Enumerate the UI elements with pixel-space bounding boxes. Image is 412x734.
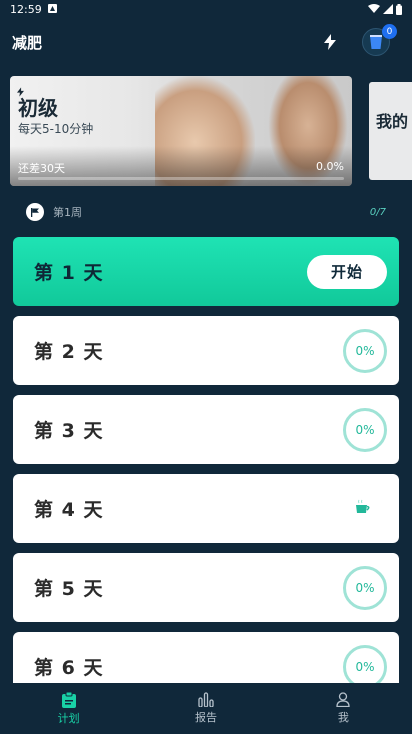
notification-icon <box>47 3 57 16</box>
day-card-4[interactable]: 第 4 天 <box>13 474 399 543</box>
days-remaining: 还差30天 <box>18 162 65 175</box>
day-progress-ring: 0% <box>343 644 387 683</box>
tab-report-label: 报告 <box>194 711 217 724</box>
day-label: 第 6 天 <box>34 657 104 679</box>
day-card-2[interactable]: 第 2 天 0% <box>13 316 399 385</box>
tab-plan[interactable]: 计划 <box>0 683 137 734</box>
week-header: 第1周 0/7 <box>26 202 386 222</box>
wifi-icon <box>368 4 380 13</box>
tab-report[interactable]: 报告 <box>137 683 274 734</box>
my-plan-label: 我的 <box>376 112 409 131</box>
progress-bar <box>18 177 344 180</box>
water-cup-icon <box>370 35 382 49</box>
day-list: 第 1 天 开始 第 2 天 0% 第 3 天 0% 第 4 天 第 5 天 0… <box>13 237 399 683</box>
day-card-5[interactable]: 第 5 天 0% <box>13 553 399 622</box>
day-label: 第 1 天 <box>34 262 104 284</box>
bottom-nav: 计划 报告 我 <box>0 683 412 734</box>
rest-day-coffee-icon <box>355 499 371 519</box>
day-card-3[interactable]: 第 3 天 0% <box>13 395 399 464</box>
my-plan-card[interactable]: 我的 <box>369 82 412 180</box>
day-progress-ring: 0% <box>343 565 387 610</box>
bar-chart-icon <box>198 692 214 707</box>
level-subtitle: 每天5-10分钟 <box>18 122 94 136</box>
water-count-badge: 0 <box>382 24 397 39</box>
progress-percent: 0.0% <box>316 160 344 173</box>
flag-icon <box>26 203 44 221</box>
status-bar: 12:59 <box>0 0 412 18</box>
day-card-6[interactable]: 第 6 天 0% <box>13 632 399 683</box>
tab-plan-label: 计划 <box>57 711 80 725</box>
tab-me-label: 我 <box>337 711 349 724</box>
app-header: 减肥 0 <box>0 22 412 62</box>
battery-icon <box>396 3 402 15</box>
day-label: 第 5 天 <box>34 578 104 600</box>
page-title: 减肥 <box>12 33 43 52</box>
level-banner[interactable]: 初级 每天5-10分钟 还差30天 0.0% <box>10 76 352 186</box>
day-label: 第 4 天 <box>34 499 104 521</box>
clipboard-icon <box>61 691 76 708</box>
status-icons <box>368 3 402 15</box>
week-count: 0/7 <box>369 206 386 218</box>
day-progress-ring: 0% <box>343 407 387 452</box>
day-card-1[interactable]: 第 1 天 开始 <box>13 237 399 306</box>
day-progress-ring: 0% <box>343 328 387 373</box>
start-button[interactable]: 开始 <box>307 254 387 289</box>
signal-icon <box>383 4 393 14</box>
day-label: 第 3 天 <box>34 420 104 442</box>
day-label: 第 2 天 <box>34 341 104 363</box>
status-time: 12:59 <box>10 2 42 16</box>
user-icon <box>336 692 350 707</box>
bolt-icon[interactable] <box>320 32 340 52</box>
week-label: 第1周 <box>53 206 82 219</box>
level-title: 初级 <box>18 96 58 120</box>
tab-me[interactable]: 我 <box>275 683 412 734</box>
